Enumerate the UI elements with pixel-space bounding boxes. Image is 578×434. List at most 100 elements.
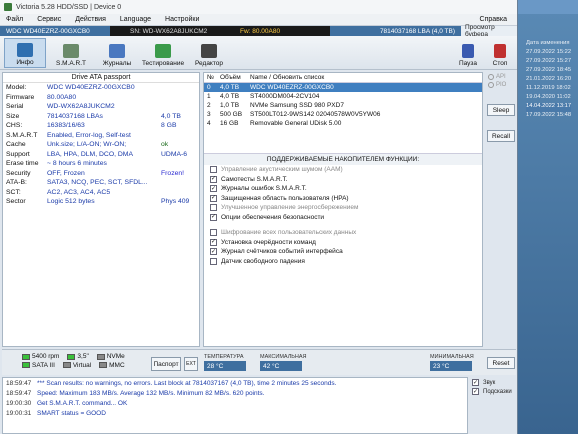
log-message: Speed: Maximum 183 MB/s. Average 132 MB/… xyxy=(37,389,265,397)
log-time: 19:00:31 xyxy=(6,409,32,417)
drive-row[interactable]: 1 4,0 TB ST4000DM004-2CV104 xyxy=(204,92,482,101)
passport-row: Firmware 80.00A80 xyxy=(3,93,199,103)
feature-checkbox[interactable]: ✓ xyxy=(210,185,217,193)
passport-key: Support xyxy=(6,150,30,158)
logs-tab[interactable]: Журналы xyxy=(96,38,138,68)
device-serial: SN: WD-WX62A8JUKCM2 xyxy=(130,27,208,35)
passport-key: Sector xyxy=(6,198,26,206)
passport-value: 7814037168 LBAs xyxy=(47,112,103,120)
passport-extra: 4,0 TB xyxy=(161,112,181,120)
explorer-date: 14.04.2022 13:17 xyxy=(526,103,572,112)
sata-lamp: SATA III xyxy=(22,362,55,369)
view-buffer-button[interactable]: Просмотр буфера xyxy=(461,24,517,38)
passport-value: 16383/16/63 xyxy=(47,122,85,130)
passport-value: ~ 8 hours 6 minutes xyxy=(47,160,107,168)
recall-button[interactable]: Recall xyxy=(487,130,515,142)
passport-key: Erase time xyxy=(6,160,39,168)
drive-name: NVMe Samsung SSD 980 PXD7 xyxy=(250,102,344,109)
sleep-button[interactable]: Sleep xyxy=(487,104,515,116)
drive-row[interactable]: 2 1,0 TB NVMe Samsung SSD 980 PXD7 xyxy=(204,101,482,110)
nvme-lamp: NVMe xyxy=(96,353,125,360)
menu-service[interactable]: Сервис xyxy=(37,16,61,23)
info-tab[interactable]: Инфо xyxy=(4,38,46,68)
passport-row: Size 7814037168 LBAs 4,0 TB xyxy=(3,112,199,122)
menu-bar: Файл Сервис Действия Language Настройки … xyxy=(0,14,517,26)
smart-icon xyxy=(63,44,79,58)
feature-checkbox[interactable]: ✓ xyxy=(210,175,217,183)
drives-panel: № Объём Name / Обновить список 0 4,0 TB WD… xyxy=(203,72,483,347)
explorer-date: 27.09.2022 15:27 xyxy=(526,58,572,64)
explorer-date: 27.09.2022 15:22 xyxy=(526,49,572,55)
feature-checkbox[interactable]: ✓ xyxy=(210,213,217,221)
menu-help[interactable]: Справка xyxy=(480,16,507,23)
passport-extra: ok xyxy=(161,141,169,149)
feature-row: ✓ Опции обеспечения безопасности xyxy=(204,213,482,223)
drive-size: 500 GB xyxy=(220,111,243,118)
drive-row[interactable]: 3 500 GB ST500LT012-9WS142 02040578W0V5YW0… xyxy=(204,110,482,119)
device-firmware: Fw: 80.00A80 xyxy=(240,27,281,35)
hints-checkbox[interactable]: ✓ Подсказки xyxy=(472,388,514,395)
menu-settings[interactable]: Настройки xyxy=(165,16,199,23)
menu-language[interactable]: Language xyxy=(120,16,151,23)
interface-lamps: 5400 rpm 3,5" NVMe SATA III Virtual MMC xyxy=(22,353,132,370)
menu-file[interactable]: Файл xyxy=(6,16,23,23)
drive-row[interactable]: 0 4,0 TB WDC WD40EZRZ-00GXCB0 xyxy=(204,83,482,92)
passport-value: WD-WX62A8JUKCM2 xyxy=(47,103,115,111)
passport-value: WDC WD40EZRZ-00GXCB0 xyxy=(47,84,135,92)
drive-index: 3 xyxy=(207,111,211,118)
api-radio[interactable]: API xyxy=(488,74,514,80)
testing-tab[interactable]: Тестирование xyxy=(142,38,184,68)
passport-row: Model: WDC WD40EZRZ-00GXCB0 xyxy=(3,83,199,93)
passport-key: S.M.A.R.T xyxy=(6,131,38,139)
pause-button[interactable]: Пауза xyxy=(455,38,481,68)
explorer-date: 19.04.2020 11:02 xyxy=(526,94,571,100)
passport-key: Serial xyxy=(6,103,24,111)
log-message: *** Scan results: no warnings, no errors… xyxy=(37,379,337,387)
passport-extra: UDMA-6 xyxy=(161,150,188,158)
feature-checkbox[interactable]: ✓ xyxy=(210,248,217,256)
feature-label: Журналы ошибок S.M.A.R.T. xyxy=(221,185,307,193)
passport-title: Drive ATA passport xyxy=(3,73,199,83)
victoria-window: Victoria 5.28 HDD/SSD | Device 0 Файл Се… xyxy=(0,0,518,434)
drive-size: 4,0 TB xyxy=(220,93,240,100)
feature-checkbox[interactable] xyxy=(210,257,217,265)
passport-value: AC2, AC3, AC4, AC5 xyxy=(47,188,111,196)
reset-button[interactable]: Reset xyxy=(487,357,515,369)
passport-key: Security xyxy=(6,169,31,177)
sound-checkbox[interactable]: ✓ Звук xyxy=(472,379,514,386)
editor-icon xyxy=(201,44,217,58)
rpm-lamp: 5400 rpm xyxy=(22,353,59,360)
passport-value: SATA3, NCQ, PEC, SCT, SFDL... xyxy=(47,179,148,187)
passport-row: S.M.A.R.T Enabled, Error-log, Self-test xyxy=(3,131,199,141)
feature-checkbox[interactable]: ✓ xyxy=(210,194,217,202)
feature-checkbox[interactable] xyxy=(210,204,217,212)
app-icon xyxy=(4,3,12,11)
drive-row[interactable]: 4 16 GB Removable General UDisk 5.00 xyxy=(204,119,482,128)
passport-value: 80.00A80 xyxy=(47,93,77,101)
feature-checkbox[interactable]: ✓ xyxy=(210,238,217,246)
min-temperature-box: МИНИМАЛЬНАЯ 23 °C xyxy=(430,354,474,371)
drive-name: ST500LT012-9WS142 02040578W0V5YW06 xyxy=(250,111,381,118)
passport-row: Security OFF, Frozen Frozen! xyxy=(3,169,199,179)
device-lba: 7814037168 LBA (4,0 TB) xyxy=(330,26,461,36)
status-panel: 5400 rpm 3,5" NVMe SATA III Virtual MMC … xyxy=(2,349,516,375)
features-title: ПОДДЕРЖИВАЕМЫЕ НАКОПИТЕЛЕМ ФУНКЦИИ: xyxy=(204,153,482,165)
passport-row: Sector Logic 512 bytes Phys 409 xyxy=(3,197,199,207)
menu-actions[interactable]: Действия xyxy=(75,16,106,23)
drives-table: № Объём Name / Обновить список 0 4,0 TB WD… xyxy=(204,73,482,128)
passport-extra: Phys 409 xyxy=(161,198,190,206)
stop-button[interactable]: Стоп xyxy=(487,38,513,68)
editor-tab[interactable]: Редактор xyxy=(188,38,230,68)
feature-label: Датчик свободного падения xyxy=(221,257,305,265)
ext-button[interactable]: EXT xyxy=(184,357,198,371)
feature-checkbox[interactable] xyxy=(210,166,217,174)
passport-row: Cache Unk.size; L/A-ON; Wr-ON; ok xyxy=(3,140,199,150)
event-log: 18:59:47 *** Scan results: no warnings, n… xyxy=(2,377,468,434)
testing-icon xyxy=(155,44,171,58)
pio-radio[interactable]: PIO xyxy=(488,82,514,88)
drive-name: Removable General UDisk 5.00 xyxy=(250,120,342,127)
smart-tab[interactable]: S.M.A.R.T xyxy=(50,38,92,68)
feature-checkbox[interactable] xyxy=(210,229,217,237)
passport-key: Firmware xyxy=(6,93,35,101)
passport-button[interactable]: Паспорт xyxy=(151,357,181,371)
